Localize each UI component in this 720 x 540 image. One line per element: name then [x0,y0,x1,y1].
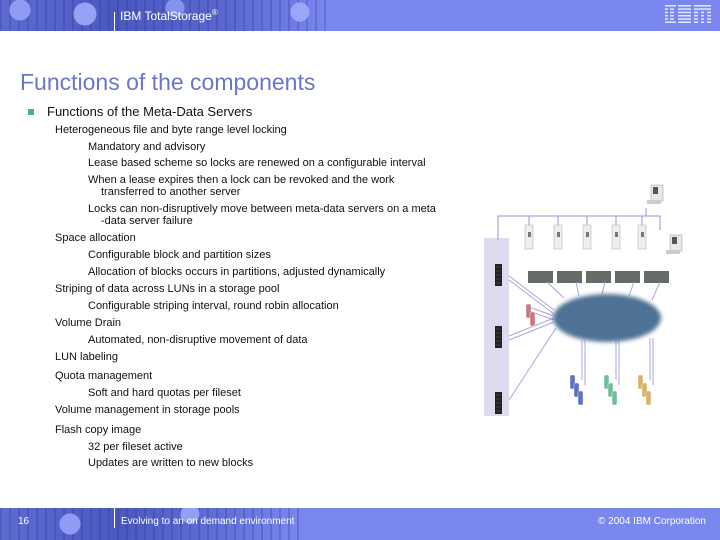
client-server-icon [553,224,563,250]
bullet-level3-text: Lease based scheme so locks are renewed … [88,157,426,169]
bullet-level2-text: Heterogeneous file and byte range level … [55,124,287,136]
client-server-icon [637,224,647,250]
admin-console-icon [666,234,683,254]
bullet-level4-text: -data server failure [101,215,193,227]
ibm-logo-icon [665,5,715,23]
bullet-level2-text: LUN labeling [55,351,118,363]
product-name: IBM TotalStorage® [120,8,218,23]
bullet-level3-text: Updates are written to new blocks [88,457,254,469]
client-server-icon [582,224,592,250]
san-switch [615,271,640,283]
client-server-icon [524,224,534,250]
san-topology-diagram [484,184,683,416]
bullet-level3-text: Configurable block and partition sizes [88,249,271,261]
registered-mark: ® [211,8,218,17]
bullet-level2-text: Quota management [55,370,153,382]
admin-console-icon [647,184,664,204]
san-switch [528,271,553,283]
bullet-level3-text: Configurable striping interval, round ro… [88,300,339,312]
san-switch [644,271,669,283]
blue-storage-icon [569,374,584,406]
footer-divider [114,508,115,528]
metadata-server-icon [495,392,502,414]
san-switch [586,271,611,283]
bullet-level4-text: transferred to another server [101,186,241,198]
bullet-level2-text: Striping of data across LUNs in a storag… [55,283,280,295]
san-switch [557,271,582,283]
green-storage-icon [603,374,618,406]
page-number: 16 [18,516,30,527]
copyright: © 2004 IBM Corporation [598,516,706,527]
bullet-level2-text: Volume Drain [55,317,122,329]
metadata-server-icon [495,326,502,348]
network-bus [497,208,661,240]
bullet-level3-text: Allocation of blocks occurs in partition… [88,266,386,278]
orange-storage-icon [637,374,652,406]
red-storage-icon [525,303,536,327]
bullet-level3-text: Automated, non-disruptive movement of da… [88,334,308,346]
client-server-icon [611,224,621,250]
san-cloud [553,294,661,342]
footer-tagline: Evolving to an on demand environment [121,516,295,527]
bullet-level2-text: Space allocation [55,232,136,244]
bullet-level3-text: Soft and hard quotas per fileset [88,387,241,399]
header-banner: IBM TotalStorage® [0,0,720,31]
bullet-level2-text: Volume management in storage pools [55,404,240,416]
bullet-level3-text: Locks can non-disruptively move between … [88,203,436,215]
slide-title: Functions of the components [20,69,316,95]
bullet-level3-text: When a lease expires then a lock can be … [88,174,395,186]
footer-banner: 16 Evolving to an on demand environment … [0,508,720,540]
product-label: IBM TotalStorage [120,9,212,23]
header-divider [114,12,115,31]
bullet-square-icon [28,109,34,115]
bullet-level3-text: 32 per fileset active [88,441,183,453]
metadata-server-icon [495,264,502,286]
bullet-level3-text: Mandatory and advisory [88,141,206,153]
bullet-level2-text: Flash copy image [55,424,142,436]
level1-bullet-text: Functions of the Meta-Data Servers [47,104,253,119]
